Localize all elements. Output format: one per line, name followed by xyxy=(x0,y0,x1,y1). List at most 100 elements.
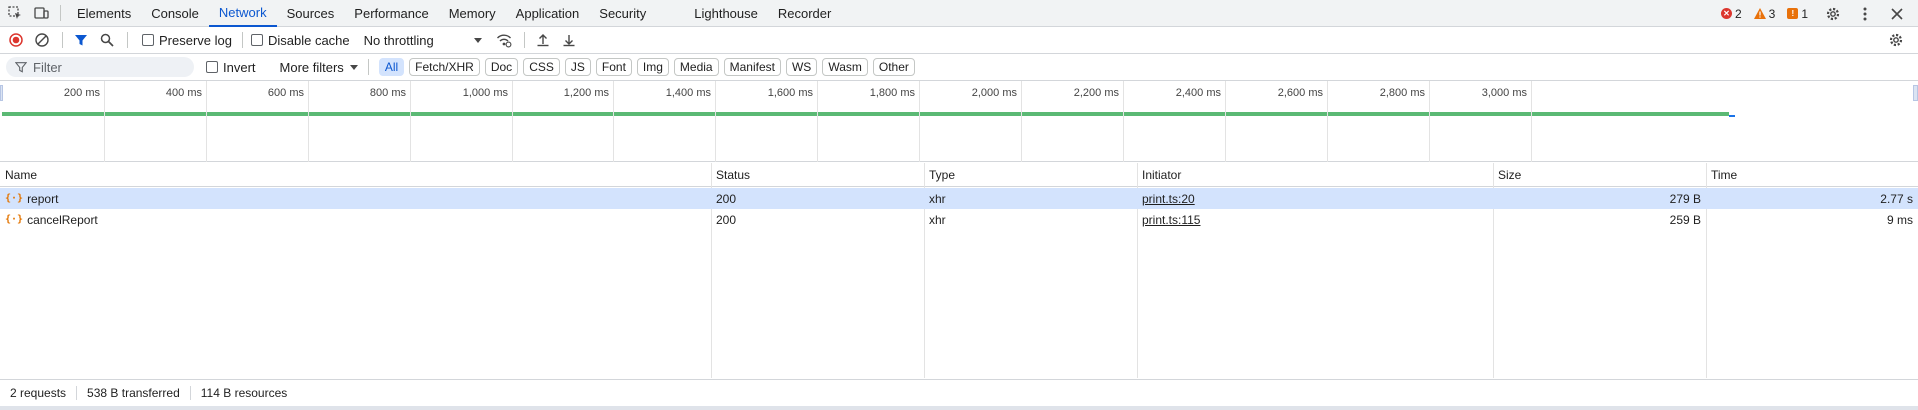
timeline-tick-label: 600 ms xyxy=(267,87,304,99)
tab-lighthouse[interactable]: Lighthouse xyxy=(684,0,768,27)
timeline-overview[interactable]: 200 ms 400 ms 600 ms 800 ms 1,000 ms 1,200 ms… xyxy=(0,81,1918,162)
throttling-select[interactable]: No throttling xyxy=(364,33,482,48)
close-icon[interactable] xyxy=(1884,1,1910,27)
table-row[interactable]: {·} cancelReport 200 xhr print.ts:115 259 B 9 … xyxy=(0,209,1918,230)
error-count: 2 xyxy=(1734,6,1742,21)
clear-icon[interactable] xyxy=(30,28,54,52)
divider xyxy=(241,32,243,48)
checkbox[interactable] xyxy=(250,34,263,46)
timeline-gridline xyxy=(1327,81,1328,162)
cell-status: 200 xyxy=(716,191,737,206)
checkbox[interactable] xyxy=(206,61,218,73)
filter-chip-media[interactable]: Media xyxy=(673,58,719,76)
tab-elements[interactable]: Elements xyxy=(67,0,141,27)
column-header-size[interactable]: Size xyxy=(1493,163,1706,187)
inspect-element-icon[interactable] xyxy=(2,0,28,26)
request-count: 2 requests xyxy=(10,386,78,400)
tab-recorder[interactable]: Recorder xyxy=(768,0,841,27)
filter-chip-all[interactable]: All xyxy=(378,58,405,76)
settings-icon[interactable] xyxy=(1820,1,1846,27)
panel-tabs: Elements Console Network Sources Performance… xyxy=(67,0,841,27)
record-stop-icon[interactable] xyxy=(4,28,28,52)
filter-chip-font[interactable]: Font xyxy=(595,58,632,76)
filter-chip-other[interactable]: Other xyxy=(872,58,915,76)
divider xyxy=(60,5,61,21)
search-icon[interactable] xyxy=(95,28,119,52)
timeline-tick-label: 400 ms xyxy=(165,87,202,99)
timeline-gridline xyxy=(104,81,105,162)
errors-badge[interactable]: ✕ 2 xyxy=(1720,6,1742,21)
filter-chip-js[interactable]: JS xyxy=(564,58,591,76)
tab-security[interactable]: Security xyxy=(589,0,656,27)
tab-memory[interactable]: Memory xyxy=(439,0,506,27)
disable-cache-label: Disable cache xyxy=(267,32,350,48)
filter-icon[interactable] xyxy=(69,28,93,52)
cell-type: xhr xyxy=(929,191,946,206)
timeline-tick-label: 2,000 ms xyxy=(971,87,1017,99)
timeline-gridline xyxy=(1123,81,1124,162)
cell-initiator[interactable]: print.ts:115 xyxy=(1137,209,1493,230)
cell-initiator[interactable]: print.ts:20 xyxy=(1137,188,1493,209)
tab-application[interactable]: Application xyxy=(506,0,590,27)
timeline-gridline xyxy=(715,81,716,162)
timeline-tick-label: 1,600 ms xyxy=(767,87,813,99)
status-bar: 2 requests 538 B transferred 114 B resou… xyxy=(0,379,1918,406)
request-waterfall-tail xyxy=(1729,115,1735,117)
overview-right-handle[interactable] xyxy=(1913,85,1918,101)
table-row[interactable]: {·} report 200 xhr print.ts:20 279 B 2.77 s xyxy=(0,188,1918,209)
timeline-gridline xyxy=(817,81,818,162)
cell-name: {·} report xyxy=(0,188,711,209)
warning-icon xyxy=(1753,8,1766,19)
import-har-icon[interactable] xyxy=(531,28,555,52)
network-conditions-icon[interactable] xyxy=(492,28,516,52)
cell-time: 2.77 s xyxy=(1880,191,1913,206)
filter-placeholder: Filter xyxy=(33,59,62,75)
device-toolbar-icon[interactable] xyxy=(28,0,54,26)
initiator-link[interactable]: print.ts:115 xyxy=(1142,213,1200,227)
invert-checkbox[interactable]: Invert xyxy=(206,60,256,75)
network-settings-icon[interactable] xyxy=(1884,28,1908,52)
transferred-size: 538 B transferred xyxy=(77,386,191,400)
warnings-badge[interactable]: 3 xyxy=(1753,7,1775,21)
column-header-type[interactable]: Type xyxy=(924,163,1137,187)
checkbox[interactable] xyxy=(142,34,154,46)
timeline-gridline xyxy=(1429,81,1430,162)
filter-chip-ws[interactable]: WS xyxy=(785,58,818,76)
network-toolbar: Preserve log Disable cache No throttling xyxy=(0,27,1918,54)
column-header-name[interactable]: Name xyxy=(0,163,711,187)
disable-cache-checkbox[interactable]: Disable cache xyxy=(250,32,350,48)
filter-chip-wasm[interactable]: Wasm xyxy=(822,58,868,76)
tab-console[interactable]: Console xyxy=(141,0,209,27)
filter-chip-css[interactable]: CSS xyxy=(523,58,560,76)
column-header-status[interactable]: Status xyxy=(711,163,924,187)
export-har-icon[interactable] xyxy=(557,28,581,52)
resources-size: 114 B resources xyxy=(200,386,288,400)
info-badge[interactable]: ! 1 xyxy=(1787,7,1808,21)
request-name: report xyxy=(27,191,59,206)
more-options-icon[interactable] xyxy=(1852,1,1878,27)
tab-sources[interactable]: Sources xyxy=(277,0,345,27)
timeline-tick-label: 1,800 ms xyxy=(869,87,915,99)
column-header-time[interactable]: Time xyxy=(1706,163,1918,187)
timeline-tick-label: 1,400 ms xyxy=(665,87,711,99)
timeline-tick-label: 200 ms xyxy=(63,87,100,99)
divider xyxy=(127,32,128,48)
filter-chip-img[interactable]: Img xyxy=(636,58,669,76)
preserve-log-checkbox[interactable]: Preserve log xyxy=(142,33,232,48)
devtools-tabbar: Elements Console Network Sources Performance… xyxy=(0,0,1918,27)
filter-chip-manifest[interactable]: Manifest xyxy=(723,58,781,76)
tab-performance[interactable]: Performance xyxy=(344,0,438,27)
timeline-tick-label: 1,000 ms xyxy=(462,87,508,99)
issue-icon: ! xyxy=(1787,8,1799,19)
filter-input[interactable]: Filter xyxy=(6,57,194,77)
filter-chip-fetch-xhr[interactable]: Fetch/XHR xyxy=(409,58,480,76)
more-filters-dropdown[interactable]: More filters xyxy=(280,60,358,75)
xhr-icon: {·} xyxy=(5,193,24,204)
tab-network[interactable]: Network xyxy=(208,0,277,27)
timeline-gridline xyxy=(1531,81,1532,162)
filter-chip-doc[interactable]: Doc xyxy=(484,58,519,76)
initiator-link[interactable]: print.ts:20 xyxy=(1142,192,1195,206)
throttling-value: No throttling xyxy=(363,32,434,48)
overview-left-handle[interactable] xyxy=(0,85,3,101)
column-header-initiator[interactable]: Initiator xyxy=(1137,163,1493,187)
